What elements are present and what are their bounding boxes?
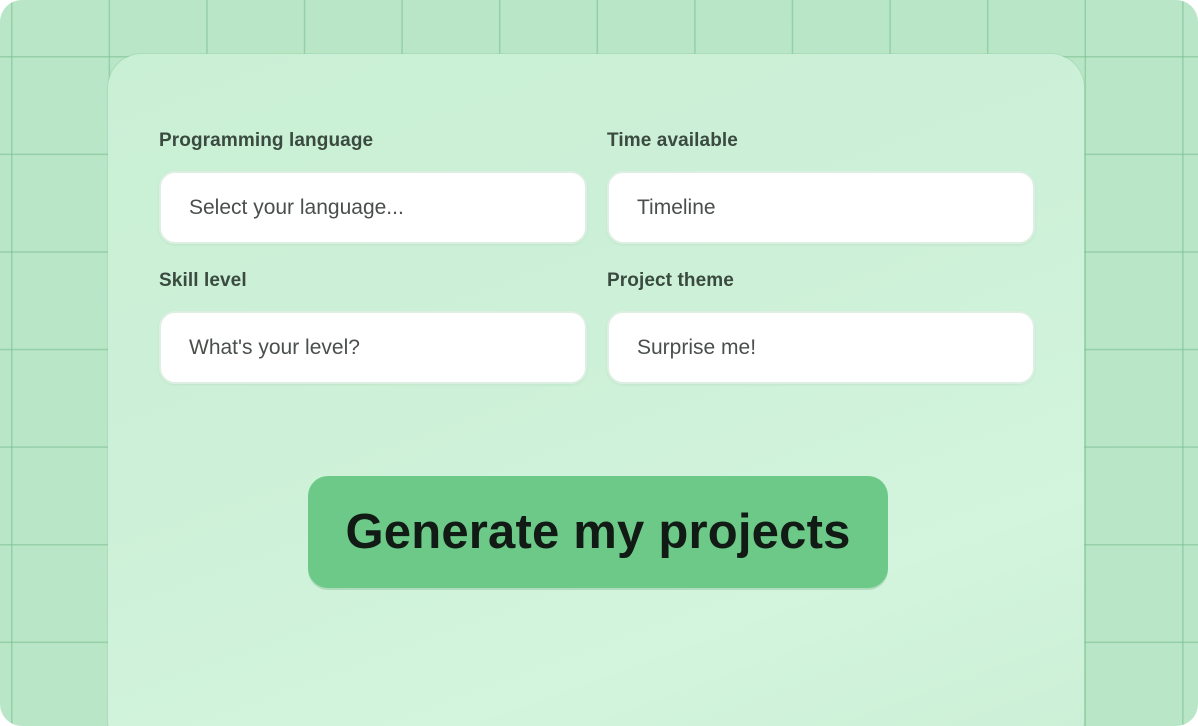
project-theme-label: Project theme <box>607 270 734 291</box>
programming-language-placeholder: Select your language... <box>189 195 404 219</box>
skill-level-select[interactable]: What's your level? <box>159 311 587 384</box>
time-available-placeholder: Timeline <box>637 195 716 219</box>
time-available-select[interactable]: Timeline <box>607 171 1035 244</box>
project-generator-card: Programming language Select your languag… <box>108 54 1084 726</box>
skill-level-placeholder: What's your level? <box>189 335 360 359</box>
project-theme-field: Project theme Surprise me! <box>607 270 1035 384</box>
project-theme-select[interactable]: Surprise me! <box>607 311 1035 384</box>
grid-background: Programming language Select your languag… <box>0 0 1198 726</box>
project-theme-placeholder: Surprise me! <box>637 335 757 359</box>
skill-level-field: Skill level What's your level? <box>159 270 587 384</box>
programming-language-select[interactable]: Select your language... <box>159 171 587 244</box>
programming-language-label: Programming language <box>159 130 374 151</box>
time-available-field: Time available Timeline <box>607 130 1035 244</box>
generate-projects-button[interactable]: Generate my projects <box>308 476 888 588</box>
skill-level-label: Skill level <box>159 270 247 291</box>
programming-language-field: Programming language Select your languag… <box>159 130 587 244</box>
time-available-label: Time available <box>607 130 738 151</box>
